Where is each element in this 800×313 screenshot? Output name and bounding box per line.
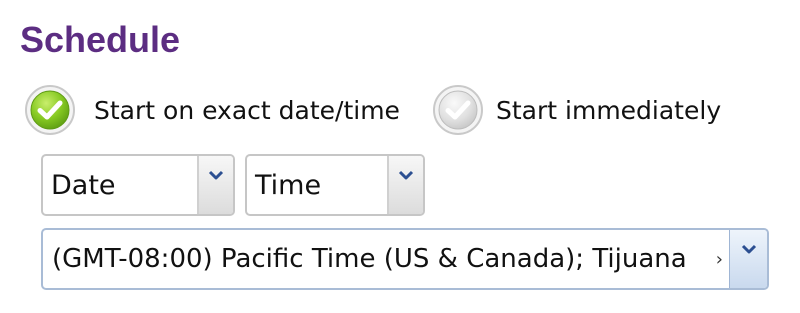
chevron-down-icon — [208, 170, 224, 180]
time-select[interactable]: Time — [245, 154, 425, 216]
timezone-select[interactable]: (GMT-08:00) Pacific Time (US & Canada); … — [41, 228, 769, 290]
chevron-down-icon — [741, 244, 756, 254]
start-exact-label: Start on exact date/time — [94, 95, 400, 125]
timezone-select-value: (GMT-08:00) Pacific Time (US & Canada); … — [52, 244, 687, 274]
check-circle-green-icon — [24, 84, 76, 136]
timezone-dropdown-button[interactable] — [729, 230, 767, 288]
date-dropdown-button[interactable] — [197, 156, 233, 214]
schedule-title: Schedule — [20, 19, 181, 60]
chevron-down-icon — [398, 170, 414, 180]
date-select-value: Date — [51, 169, 116, 201]
time-select-value: Time — [255, 169, 322, 201]
check-circle-gray-icon — [432, 84, 484, 136]
overflow-indicator: › — [715, 248, 723, 270]
start-immediately-radio[interactable]: Start immediately — [432, 84, 721, 136]
start-exact-radio[interactable]: Start on exact date/time — [24, 84, 400, 136]
date-select[interactable]: Date — [41, 154, 235, 216]
start-immediately-label: Start immediately — [496, 95, 722, 125]
time-dropdown-button[interactable] — [387, 156, 423, 214]
